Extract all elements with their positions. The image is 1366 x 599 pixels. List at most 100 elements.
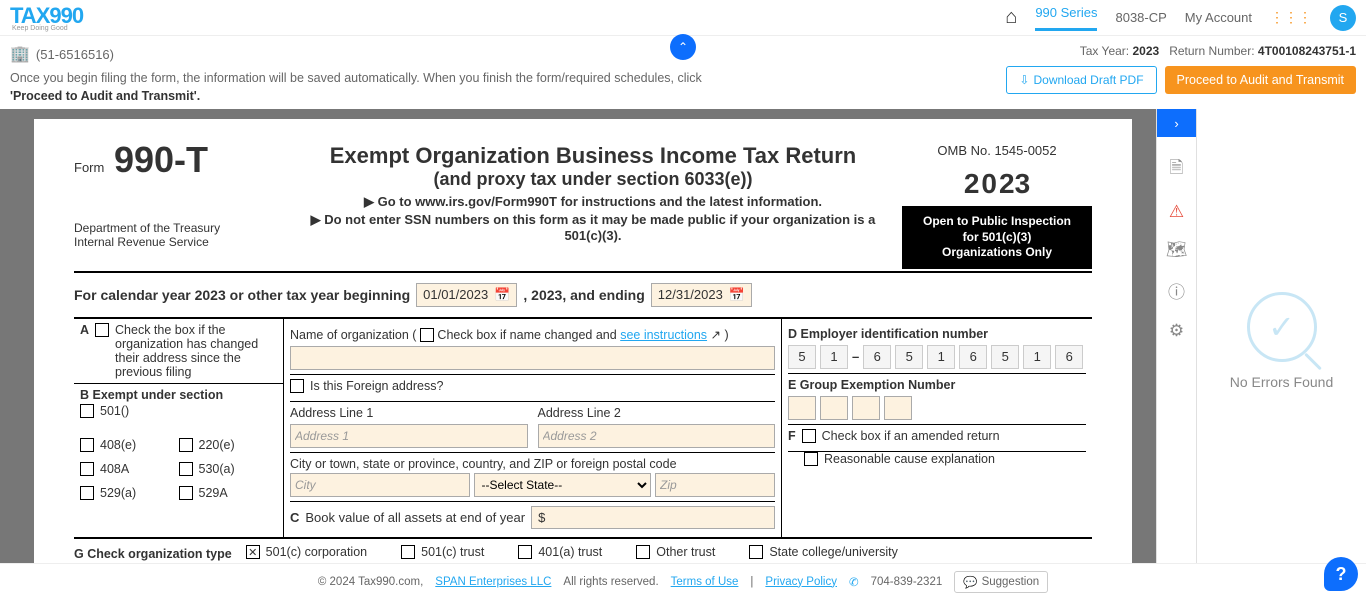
label-A: A — [80, 323, 89, 337]
return-number-label: Return Number: — [1169, 44, 1254, 58]
warning-icon[interactable]: ⚠ — [1169, 202, 1184, 222]
name-org-label: Name of organization ( — [290, 328, 416, 342]
info-icon[interactable]: ⓘ — [1168, 278, 1185, 303]
label-D: D Employer identification number — [788, 327, 988, 341]
foreign-addr-label: Is this Foreign address? — [310, 379, 443, 393]
footer-phone: 704-839-2321 — [871, 576, 943, 588]
dept-treasury: Department of the Treasury — [74, 221, 284, 235]
footer-privacy-link[interactable]: Privacy Policy — [765, 576, 837, 588]
help-fab[interactable]: ? — [1324, 557, 1358, 591]
state-select[interactable]: --Select State-- — [474, 473, 652, 497]
nav-990-series[interactable]: 990 Series — [1035, 5, 1097, 31]
form-title-2: (and proxy tax under section 6033(e)) — [294, 169, 892, 190]
check-B-530a[interactable] — [179, 462, 193, 476]
phone-icon: ✆ — [849, 575, 859, 589]
label-F: F — [788, 429, 796, 443]
check-B-529a[interactable] — [80, 486, 94, 500]
info-text-1: Once you begin filing the form, the info… — [10, 71, 702, 85]
suggestion-button[interactable]: 💬 Suggestion — [954, 571, 1048, 593]
date-end-input[interactable]: 12/31/2023 📅 — [651, 283, 752, 307]
label-G: G Check organization type — [74, 547, 232, 561]
footer-terms-link[interactable]: Terms of Use — [671, 576, 739, 588]
info-text-2: 'Proceed to Audit and Transmit'. — [10, 89, 200, 103]
check-G-501c-trust[interactable] — [401, 545, 415, 559]
no-errors-icon: ✓ — [1247, 292, 1317, 362]
public-notice-2: for 501(c)(3) — [906, 230, 1088, 246]
form-year: 2023 — [902, 162, 1092, 206]
check-foreign-address[interactable] — [290, 379, 304, 393]
check-B-529A[interactable] — [179, 486, 193, 500]
check-name-changed[interactable] — [420, 328, 434, 342]
see-instructions-link[interactable]: see instructions — [620, 328, 707, 342]
omb-number: OMB No. 1545-0052 — [902, 139, 1092, 162]
check-B-408e[interactable] — [80, 438, 94, 452]
map-icon[interactable]: 🗺 — [1166, 240, 1188, 260]
public-notice-1: Open to Public Inspection — [906, 214, 1088, 230]
check-G-other-trust[interactable] — [636, 545, 650, 559]
addr1-label: Address Line 1 — [290, 406, 528, 420]
nav-8038cp[interactable]: 8038-CP — [1115, 10, 1166, 25]
calendar-icon: 📅 — [494, 287, 510, 303]
dept-irs: Internal Revenue Service — [74, 235, 284, 249]
text-A: Check the box if the organization has ch… — [115, 323, 277, 379]
form-number: 990-T — [114, 139, 208, 180]
form-word: Form — [74, 160, 104, 175]
form-viewport[interactable]: Form 990-T Department of the Treasury In… — [0, 109, 1156, 573]
apps-icon[interactable]: ⋮⋮⋮ — [1270, 9, 1312, 26]
return-number: 4T00108243751-1 — [1258, 44, 1356, 58]
group-exempt-4[interactable] — [884, 396, 912, 420]
footer-copyright: © 2024 Tax990.com, — [318, 576, 423, 588]
form-title-1: Exempt Organization Business Income Tax … — [294, 143, 892, 169]
home-icon[interactable]: ⌂ — [1005, 6, 1017, 29]
footer-span-link[interactable]: SPAN Enterprises LLC — [435, 576, 551, 588]
check-B-408A[interactable] — [80, 462, 94, 476]
proceed-audit-button[interactable]: Proceed to Audit and Transmit — [1165, 66, 1356, 94]
group-exempt-3[interactable] — [852, 396, 880, 420]
city-input[interactable] — [290, 473, 470, 497]
check-F-amended[interactable] — [802, 429, 816, 443]
ein-display: 5 1 – 6 5 1 6 5 1 6 — [788, 345, 1086, 369]
label-C: C — [290, 510, 299, 525]
download-icon: ⇩ — [1019, 73, 1029, 87]
check-A-address-changed[interactable] — [95, 323, 109, 337]
group-exempt-1[interactable] — [788, 396, 816, 420]
amended-label: Check box if an amended return — [822, 429, 1000, 443]
building-icon: 🏢 — [10, 44, 30, 64]
logo[interactable]: TAX990 Keep Doing Good — [10, 3, 83, 32]
form-instruction-1: ▶ Go to www.irs.gov/Form990T for instruc… — [294, 194, 892, 210]
no-errors-text: No Errors Found — [1230, 374, 1333, 390]
label-E: E Group Exemption Number — [788, 378, 955, 392]
addr2-input[interactable] — [538, 424, 776, 448]
check-B-501[interactable] — [80, 404, 94, 418]
tax-year-label: Tax Year: — [1080, 44, 1129, 58]
addr1-input[interactable] — [290, 424, 528, 448]
city-label: City or town, state or province, country… — [290, 457, 775, 471]
avatar[interactable]: S — [1330, 5, 1356, 31]
gear-icon[interactable]: ⚙ — [1169, 321, 1184, 341]
form-instruction-2: ▶ Do not enter SSN numbers on this form … — [294, 212, 892, 243]
book-value-input[interactable]: $ — [531, 506, 775, 529]
collapse-toggle[interactable]: ⌃ — [670, 34, 696, 60]
group-exempt-2[interactable] — [820, 396, 848, 420]
rail-expand-button[interactable]: › — [1157, 109, 1196, 137]
reasonable-cause-label: Reasonable cause explanation — [824, 452, 995, 466]
nav-my-account[interactable]: My Account — [1185, 10, 1252, 25]
check-G-401a-trust[interactable] — [518, 545, 532, 559]
check-reasonable-cause[interactable] — [804, 452, 818, 466]
zip-input[interactable] — [655, 473, 775, 497]
label-B: B Exempt under section — [80, 388, 223, 402]
download-draft-button[interactable]: ⇩ Download Draft PDF — [1006, 66, 1156, 94]
check-B-220e[interactable] — [179, 438, 193, 452]
date-start-input[interactable]: 01/01/2023 📅 — [416, 283, 517, 307]
addr2-label: Address Line 2 — [538, 406, 776, 420]
book-val-label: Book value of all assets at end of year — [305, 510, 525, 525]
check-G-state-college[interactable] — [749, 545, 763, 559]
name-check-text: Check box if name changed and — [437, 328, 616, 342]
calendar-icon: 📅 — [729, 287, 745, 303]
public-notice-3: Organizations Only — [906, 245, 1088, 261]
document-icon[interactable]: 🗎 — [1170, 155, 1184, 184]
check-G-501c-corp[interactable] — [246, 545, 260, 559]
tax-year: 2023 — [1132, 44, 1159, 58]
external-link-icon: ↗ — [711, 328, 721, 342]
org-name-input[interactable] — [290, 346, 775, 370]
